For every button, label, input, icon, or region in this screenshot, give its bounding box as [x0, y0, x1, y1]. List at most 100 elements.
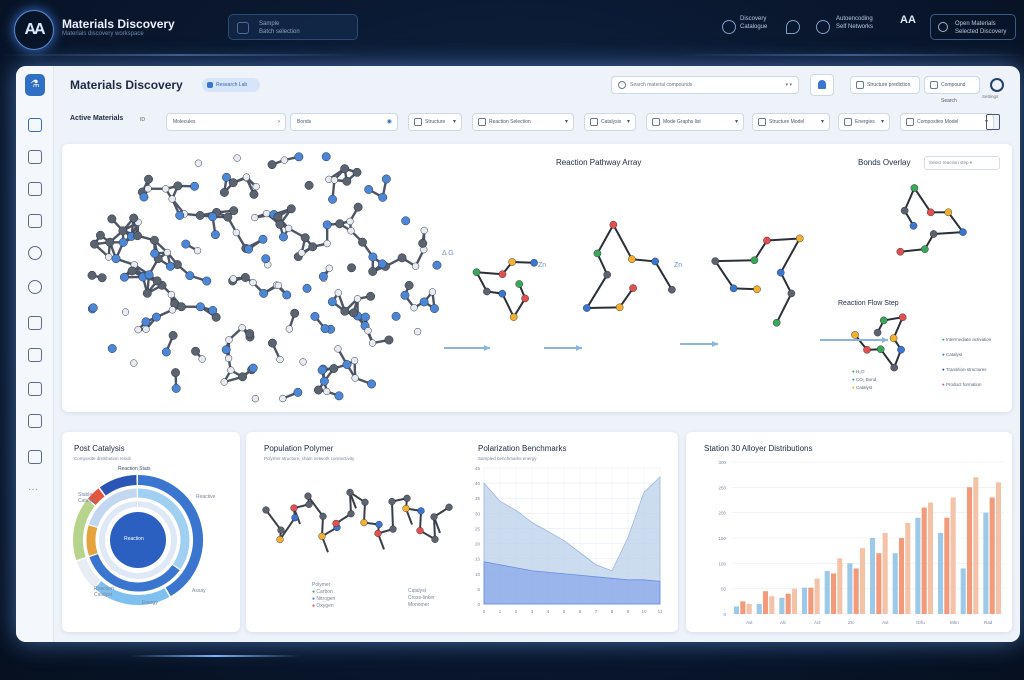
autoencoding-link[interactable]: Autoencoding Self Networks — [836, 15, 873, 31]
structure-prediction-button[interactable]: Structure prediction — [850, 76, 920, 94]
lattice-atom — [420, 226, 428, 235]
bar-light — [995, 482, 1002, 614]
bonds-select[interactable]: Bonds ◉ — [290, 113, 398, 131]
notifications-button[interactable] — [810, 74, 834, 96]
global-search[interactable]: Open Materials Selected Discovery — [930, 14, 1016, 40]
filter-composites-model[interactable]: Composites Model ▾ — [900, 113, 994, 131]
filter-structure[interactable]: Structure ▾ — [408, 113, 462, 131]
x-tick-label: Mhn — [950, 620, 959, 625]
lattice-atom — [419, 297, 429, 307]
molecule-bond — [585, 274, 609, 309]
compound-search-button[interactable]: Compound Search — [924, 76, 980, 104]
molecule-bond — [715, 259, 755, 263]
sidebar-keyboard-icon[interactable] — [28, 414, 42, 428]
lattice-atom — [368, 252, 378, 262]
lattice-atom — [299, 358, 307, 366]
lattice-atom — [144, 185, 152, 193]
lattice-atom — [227, 366, 235, 374]
filter-catalysis[interactable]: Catalysis ▾ — [584, 113, 636, 131]
polymer-atom — [346, 488, 354, 496]
settings-label: Settings — [982, 94, 999, 99]
lattice-atom — [111, 254, 121, 264]
y-tick-label: 200 — [718, 511, 726, 516]
lattice-atom — [171, 368, 180, 378]
lattice-atom — [279, 232, 288, 242]
sidebar-users-icon[interactable] — [28, 246, 42, 260]
sidebar-home-icon[interactable] — [28, 118, 42, 132]
molecules-select[interactable]: Molecules › — [166, 113, 286, 131]
lattice-atom — [87, 270, 97, 280]
y-tick-label: 5 — [477, 587, 480, 592]
export-icon[interactable] — [986, 114, 1000, 130]
x-tick-label: Grfu — [916, 620, 925, 625]
lattice-atom — [432, 260, 442, 270]
lattice-atom — [276, 355, 284, 364]
bar-chart[interactable]: 0 50 100 150 200 250 300 Ast Alc Act Zrc Ast Grfu Mhn… — [686, 452, 1012, 632]
gear-icon[interactable] — [990, 78, 1004, 92]
sidebar-filter-icon[interactable] — [28, 450, 42, 464]
lattice-atom — [430, 304, 439, 313]
polymer-legend: Polymer ● Carbon ● Nitrogen ● Oxygen — [312, 582, 336, 609]
lattice-atom — [322, 220, 332, 230]
lattice-atom — [285, 325, 293, 333]
lattice-atom — [300, 233, 310, 243]
sidebar-image-icon[interactable] — [28, 182, 42, 196]
lattice-atom — [327, 297, 337, 307]
donut-segment — [86, 525, 98, 556]
lattice-atom — [282, 290, 292, 300]
lattice-atom — [335, 219, 345, 229]
molecule-atom — [787, 289, 796, 298]
filter-mode-graphs[interactable]: Mode Graphs list ▾ — [646, 113, 744, 131]
sidebar-document-icon[interactable] — [28, 348, 42, 362]
bar-orange — [876, 553, 882, 614]
bar-blue — [915, 517, 921, 614]
y-tick-label: 15 — [475, 557, 481, 562]
lattice-atom — [367, 379, 376, 389]
x-tick-label: 11 — [658, 609, 663, 614]
filter-energies[interactable]: Energies ▾ — [838, 113, 890, 131]
lattice-atom — [118, 237, 128, 247]
lattice-atom — [222, 172, 231, 182]
sidebar-settings-icon[interactable] — [28, 280, 42, 294]
filter-structure-model[interactable]: Structure Model ▾ — [752, 113, 830, 131]
sidebar-more-icon[interactable]: ··· — [28, 484, 38, 495]
top-subtitle: Materials discovery workspace — [62, 31, 144, 37]
sidebar-tools-icon[interactable] — [28, 316, 42, 330]
lattice-atom — [168, 330, 178, 340]
lattice-atom — [328, 194, 337, 204]
molecule-bond — [933, 231, 963, 235]
polymer-atom — [332, 519, 340, 528]
discovery-icon[interactable] — [722, 20, 736, 34]
lattice-atom — [251, 395, 260, 403]
search-input[interactable]: Search material compounds ▾ ▾ — [611, 76, 799, 94]
polymer-atom — [319, 512, 327, 520]
polymer-atom — [290, 504, 298, 512]
bar-orange — [921, 507, 927, 614]
molecule-bond — [714, 260, 735, 289]
flask-icon[interactable]: ⚗ — [25, 74, 45, 96]
app-logo[interactable]: AA — [14, 10, 54, 50]
lattice-atom — [195, 302, 205, 312]
lattice-atom — [323, 387, 331, 396]
reaction-step-select[interactable]: Select reaction step ▾ — [924, 156, 1000, 170]
lattice-atom — [279, 394, 287, 403]
legend-item: ● Catalyst — [942, 352, 963, 357]
sidebar-link-icon[interactable] — [28, 382, 42, 396]
sidebar-lock-icon[interactable] — [28, 150, 42, 164]
info-icon[interactable] — [816, 20, 830, 34]
lattice-atom — [229, 206, 239, 216]
lattice-atom — [293, 387, 303, 397]
main-window: ⚗ ··· Materials Discovery Research Lab S… — [16, 66, 1020, 642]
lattice-atom — [317, 365, 327, 375]
lattice-atom — [321, 152, 331, 162]
lattice-atom — [88, 303, 98, 313]
sample-selector[interactable]: Sample Batch selection — [228, 14, 358, 40]
discovery-link[interactable]: Discovery Catalogue — [740, 15, 767, 31]
lattice-atom — [208, 212, 218, 222]
sidebar-grid-icon[interactable] — [28, 214, 42, 228]
lattice-atom — [118, 226, 128, 236]
area-chart[interactable]: 0510152025303540450 1 2 3 4 5 6 7 8 9 10 11 — [464, 462, 670, 632]
filter-reaction-selection[interactable]: Reaction Selection ▾ — [472, 113, 574, 131]
polymer-atom — [374, 529, 382, 537]
search-glass-icon[interactable] — [786, 20, 800, 34]
